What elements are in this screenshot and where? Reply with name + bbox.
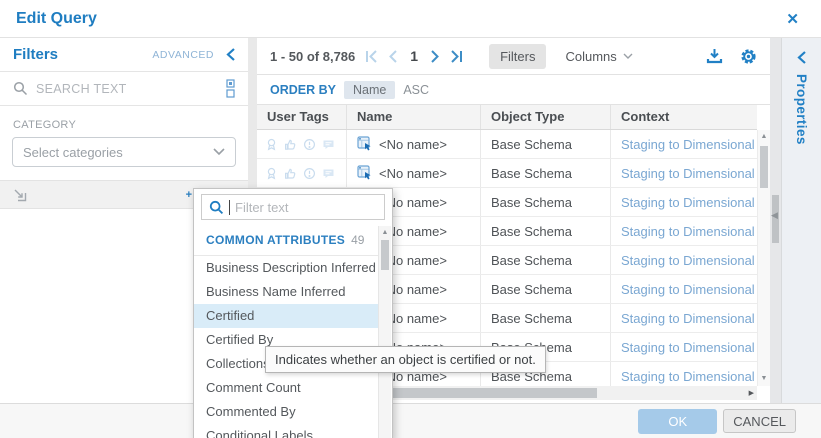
properties-tab[interactable]: Properties (794, 74, 809, 145)
attribute-dropdown: COMMON ATTRIBUTES 49 Business Descriptio… (193, 188, 393, 438)
search-text-input[interactable] (36, 82, 218, 96)
vertical-scrollbar-thumb[interactable] (760, 146, 768, 188)
object-type: Base Schema (481, 304, 611, 332)
filter-search-icon (209, 200, 224, 215)
filters-panel-title: Filters (13, 46, 58, 63)
dialog-header: Edit Query ✕ (0, 0, 821, 38)
alert-circle-icon[interactable] (303, 138, 316, 151)
tooltip: Indicates whether an object is certified… (265, 346, 546, 373)
chevron-down-icon (213, 148, 225, 156)
context-link[interactable]: Staging to Dimensional > Jo (611, 304, 757, 332)
alert-circle-icon[interactable] (303, 167, 316, 180)
dropdown-scroll-up-icon[interactable]: ▲ (379, 228, 391, 238)
scroll-right-icon[interactable]: ▶ (749, 389, 754, 397)
scroll-up-icon[interactable]: ▲ (758, 132, 770, 142)
object-type-icon (357, 136, 373, 152)
advanced-link[interactable]: ADVANCED (152, 49, 214, 61)
search-icon (13, 81, 28, 96)
expand-properties-icon[interactable] (797, 51, 806, 64)
context-link[interactable]: Staging to Dimensional > Jo (611, 333, 757, 361)
table-header-row: User TagsNameObject TypeContext (257, 105, 757, 130)
dropdown-scrollbar[interactable]: ▲ (378, 226, 391, 438)
comment-icon[interactable] (322, 167, 335, 180)
attribute-option[interactable]: Conditional Labels (194, 424, 379, 438)
columns-dropdown-button[interactable]: Columns (565, 49, 632, 64)
attribute-option[interactable]: Business Name Inferred (194, 280, 379, 304)
context-link[interactable]: Staging to Dimensional > Jo (611, 217, 757, 245)
comment-icon[interactable] (322, 138, 335, 151)
scroll-down-icon[interactable]: ▼ (758, 374, 770, 384)
results-toolbar: 1 - 50 of 8,786 1 Filters Columns (257, 38, 770, 75)
attribute-option[interactable]: Commented By (194, 400, 379, 424)
attribute-group-header: COMMON ATTRIBUTES 49 (194, 227, 379, 256)
attribute-option[interactable]: Certified (194, 304, 379, 328)
award-icon[interactable] (265, 138, 278, 151)
close-icon[interactable]: ✕ (786, 10, 799, 28)
text-cursor (229, 200, 230, 215)
dialog-title: Edit Query (16, 10, 97, 28)
object-name[interactable]: <No name> (379, 166, 447, 181)
settings-gear-icon[interactable] (740, 48, 757, 65)
object-name[interactable]: <No name> (379, 137, 447, 152)
current-page[interactable]: 1 (410, 48, 418, 64)
column-header[interactable]: Object Type (481, 105, 611, 129)
object-type: Base Schema (481, 246, 611, 274)
filters-toggle-button[interactable]: Filters (489, 44, 546, 69)
order-by-bar: ORDER BY Name ASC (257, 75, 770, 105)
panel-splitter[interactable]: ◀ (770, 38, 781, 403)
attribute-filter-box (201, 194, 385, 220)
pagination-range: 1 - 50 of 8,786 (270, 49, 355, 64)
column-header[interactable]: User Tags (257, 105, 347, 129)
next-page-icon[interactable] (430, 50, 441, 63)
cancel-button[interactable]: CANCEL (723, 409, 796, 433)
category-select[interactable]: Select categories (12, 137, 236, 167)
object-type: Base Schema (481, 275, 611, 303)
context-link[interactable]: Staging to Dimensional > Jo (611, 246, 757, 274)
user-tags-cell (257, 159, 347, 187)
context-link[interactable]: Staging to Dimensional > Jo (611, 130, 757, 158)
ok-button[interactable]: OK (638, 409, 717, 434)
columns-label: Columns (565, 49, 616, 64)
object-type: Base Schema (481, 130, 611, 158)
column-header[interactable]: Context (611, 105, 757, 129)
thumbs-up-icon[interactable] (284, 167, 297, 180)
context-link[interactable]: Staging to Dimensional > Jo (611, 275, 757, 303)
attribute-option[interactable]: Business Description Inferred (194, 256, 379, 280)
properties-panel: Properties (781, 38, 821, 403)
context-link[interactable]: Staging to Dimensional > Jo (611, 159, 757, 187)
attribute-option[interactable]: Comment Count (194, 376, 379, 400)
user-tags-cell (257, 130, 347, 158)
download-icon[interactable] (706, 48, 723, 64)
collapse-panel-icon[interactable] (226, 48, 235, 61)
object-type-icon (357, 165, 373, 181)
group-count: 49 (351, 233, 364, 247)
vertical-scrollbar[interactable]: ▲ ▼ (757, 130, 770, 386)
horizontal-scrollbar-thumb[interactable] (357, 388, 597, 398)
order-by-direction[interactable]: ASC (403, 83, 429, 97)
order-by-label: ORDER BY (270, 83, 336, 97)
dialog-footer: OK CANCEL (0, 403, 821, 438)
category-label: CATEGORY (13, 119, 235, 131)
object-type: Base Schema (481, 217, 611, 245)
order-by-field-chip[interactable]: Name (344, 81, 395, 99)
last-page-icon[interactable] (450, 50, 464, 63)
table-row[interactable]: <No name> Base Schema Staging to Dimensi… (257, 130, 757, 159)
attribute-filter-input[interactable] (235, 200, 377, 215)
object-type: Base Schema (481, 159, 611, 187)
group-label: COMMON ATTRIBUTES (206, 233, 345, 247)
column-header[interactable]: Name (347, 105, 481, 129)
collapse-filters-icon[interactable] (12, 187, 28, 203)
award-icon[interactable] (265, 167, 278, 180)
splitter-collapse-icon[interactable]: ◀ (771, 210, 778, 221)
context-link[interactable]: Staging to Dimensional > Jo (611, 188, 757, 216)
thumbs-up-icon[interactable] (284, 138, 297, 151)
previous-page-icon[interactable] (387, 50, 398, 63)
dropdown-scrollbar-thumb[interactable] (381, 240, 389, 270)
object-type: Base Schema (481, 188, 611, 216)
table-row[interactable]: <No name> Base Schema Staging to Dimensi… (257, 159, 757, 188)
first-page-icon[interactable] (364, 50, 378, 63)
category-select-value: Select categories (23, 145, 123, 160)
exact-match-icon[interactable] (226, 79, 235, 98)
